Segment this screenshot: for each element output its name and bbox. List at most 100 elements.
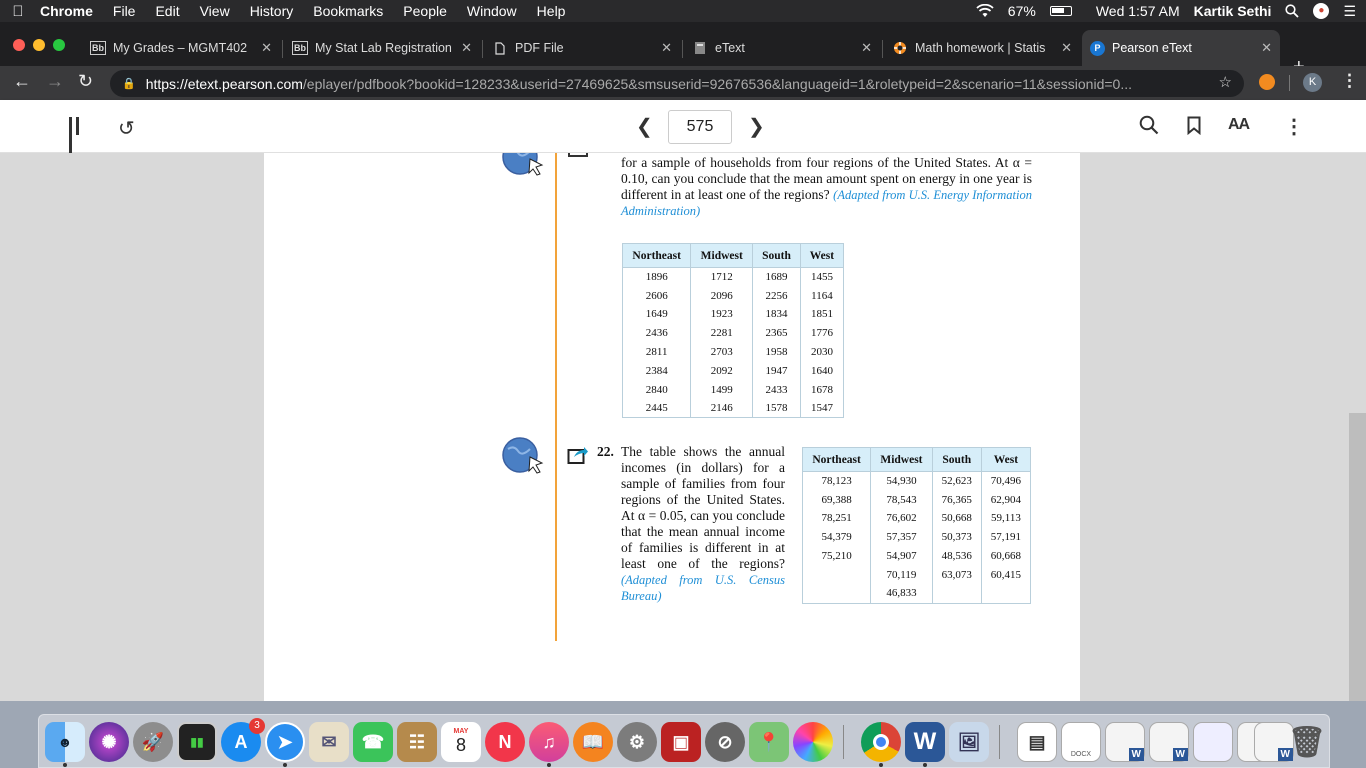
table-cell: 2030 xyxy=(799,342,845,362)
table-of-contents-icon[interactable] xyxy=(69,117,87,153)
blocked-app-icon[interactable]: ⊘ xyxy=(705,722,745,762)
siri-icon[interactable]: ● xyxy=(1313,3,1330,19)
problem22-text: 22. The table shows the annual incomes (… xyxy=(597,444,785,604)
spotlight-search-icon[interactable] xyxy=(1285,4,1300,18)
text-size-icon[interactable]: AA xyxy=(1228,116,1250,134)
back-arrow-icon[interactable]: ← xyxy=(13,71,31,92)
photos-icon[interactable] xyxy=(793,722,833,762)
table-cell: 2384 xyxy=(621,361,692,381)
table-cell: 60,668 xyxy=(980,546,1032,566)
running-indicator xyxy=(547,763,551,767)
photo-booth-icon[interactable]: ▣ xyxy=(661,722,701,762)
calendar-month: MAY xyxy=(453,728,469,735)
extension-icon[interactable] xyxy=(1259,74,1275,90)
address-bar[interactable]: 🔒 https://etext.pearson.com /eplayer/pdf… xyxy=(110,70,1244,97)
reload-icon[interactable]: ↻ xyxy=(78,71,93,92)
table-cell: 1578 xyxy=(752,399,801,419)
menu-edit[interactable]: Edit xyxy=(145,3,189,19)
safari-icon[interactable]: ➤ xyxy=(265,722,305,762)
toolbar-divider xyxy=(1289,75,1290,91)
mail-icon[interactable]: ✉ xyxy=(309,722,349,762)
energy-data-table: Northeast Midwest South West 1896 1712 168… xyxy=(621,243,845,419)
word-document-thumbnail-icon[interactable]: W xyxy=(1105,722,1145,762)
facetime-icon[interactable]: ☎ xyxy=(353,722,393,762)
close-tab-icon[interactable]: ✕ xyxy=(261,40,272,56)
trash-icon[interactable]: 🗑 xyxy=(1287,722,1327,762)
menu-bookmarks[interactable]: Bookmarks xyxy=(303,3,393,19)
tab-title: eText xyxy=(715,41,745,55)
url-path: /eplayer/pdfbook?bookid=128233&userid=27… xyxy=(302,75,1132,92)
microsoft-word-icon[interactable]: W xyxy=(905,722,945,762)
bookmark-star-icon[interactable]: ☆ xyxy=(1219,73,1232,91)
zoom-window-button[interactable] xyxy=(53,39,65,51)
table-row: 69,388 78,543 76,365 62,904 xyxy=(801,490,1032,510)
more-options-icon[interactable]: ⋮ xyxy=(1284,114,1304,139)
tab-etext[interactable]: eText ✕ xyxy=(684,30,880,66)
preview-icon[interactable]: 🖼 xyxy=(949,722,989,762)
close-tab-icon[interactable]: ✕ xyxy=(1061,40,1072,56)
activity-monitor-icon[interactable]: ▮▮ xyxy=(177,722,217,762)
close-window-button[interactable] xyxy=(13,39,25,51)
bookmark-icon[interactable] xyxy=(1187,116,1201,135)
app-store-badge: 3 xyxy=(249,718,265,734)
battery-percent[interactable]: 67% xyxy=(1008,3,1036,19)
table-row: 78,251 76,602 50,668 59,113 xyxy=(801,509,1032,528)
previous-page-button[interactable]: ❮ xyxy=(636,114,653,139)
page-scrollbar-thumb[interactable] xyxy=(1349,413,1366,701)
close-tab-icon[interactable]: ✕ xyxy=(461,40,472,56)
table-cell: 1923 xyxy=(690,305,754,324)
menu-help[interactable]: Help xyxy=(527,3,576,19)
menubar-clock[interactable]: Wed 1:57 AM xyxy=(1096,3,1180,19)
document-stack-icon[interactable]: ▤ xyxy=(1017,722,1057,762)
menu-history[interactable]: History xyxy=(240,3,304,19)
table-cell: 48,536 xyxy=(931,546,982,566)
tab-stat-lab-registration[interactable]: Bb My Stat Lab Registration ✕ xyxy=(284,30,480,66)
close-tab-icon[interactable]: ✕ xyxy=(661,40,672,56)
apple-menu-icon[interactable]:  xyxy=(0,3,36,20)
problem22-body: The table shows the annual incomes (in d… xyxy=(621,444,785,571)
battery-icon[interactable] xyxy=(1049,6,1072,16)
menu-view[interactable]: View xyxy=(190,3,240,19)
next-page-button[interactable]: ❯ xyxy=(748,114,765,139)
menu-window[interactable]: Window xyxy=(457,3,527,19)
books-icon[interactable]: 📖 xyxy=(573,722,613,762)
menu-app-name[interactable]: Chrome xyxy=(36,3,103,19)
page-number-input[interactable]: 575 xyxy=(668,110,732,144)
finder-icon[interactable]: ☻ xyxy=(45,722,85,762)
notes-icon[interactable]: ☷ xyxy=(397,722,437,762)
tab-math-homework[interactable]: Math homework | Statis ✕ xyxy=(884,30,1080,66)
close-tab-icon[interactable]: ✕ xyxy=(861,40,872,56)
siri-icon[interactable]: ✺ xyxy=(89,722,129,762)
lock-icon[interactable]: 🔒 xyxy=(122,77,136,90)
minimize-window-button[interactable] xyxy=(33,39,45,51)
menubar-user[interactable]: Kartik Sethi xyxy=(1194,3,1272,19)
history-icon[interactable]: ↺ xyxy=(118,116,135,141)
profile-avatar[interactable]: K xyxy=(1303,73,1322,92)
menu-file[interactable]: File xyxy=(103,3,146,19)
maps-icon[interactable]: 📍 xyxy=(749,722,789,762)
system-preferences-icon[interactable]: ⚙ xyxy=(617,722,657,762)
search-icon[interactable] xyxy=(1139,115,1159,135)
window-thumbnail-icon[interactable] xyxy=(1193,722,1233,762)
tab-title: Pearson eText xyxy=(1112,41,1192,55)
pearson-favicon-icon: P xyxy=(1090,40,1105,56)
music-icon[interactable]: ♫ xyxy=(529,722,569,762)
chrome-menu-icon[interactable]: ⋮ xyxy=(1341,71,1358,91)
menu-people[interactable]: People xyxy=(393,3,457,19)
word-document-thumbnail-icon[interactable]: W xyxy=(1149,722,1189,762)
table-row: 70,119 63,073 60,415 xyxy=(801,565,1032,585)
forward-arrow-icon[interactable]: → xyxy=(46,71,64,92)
tab-my-grades[interactable]: Bb My Grades – MGMT402 ✕ xyxy=(82,30,280,66)
page-viewer[interactable]: for a sample of households from four reg… xyxy=(0,153,1366,701)
launchpad-icon[interactable]: 🚀 xyxy=(133,722,173,762)
docx-file-icon[interactable]: DOCX xyxy=(1061,722,1101,762)
calendar-icon[interactable]: MAY 8 xyxy=(441,722,481,762)
wifi-icon[interactable] xyxy=(976,4,994,18)
news-icon[interactable]: N xyxy=(485,722,525,762)
close-tab-icon[interactable]: ✕ xyxy=(1261,40,1272,56)
exercise-icon-partial xyxy=(568,153,588,157)
tab-pdf-file[interactable]: PDF File ✕ xyxy=(484,30,680,66)
notification-center-icon[interactable]: ☰ xyxy=(1343,3,1356,20)
chrome-icon[interactable] xyxy=(861,722,901,762)
tab-pearson-etext[interactable]: P Pearson eText ✕ xyxy=(1082,30,1280,66)
